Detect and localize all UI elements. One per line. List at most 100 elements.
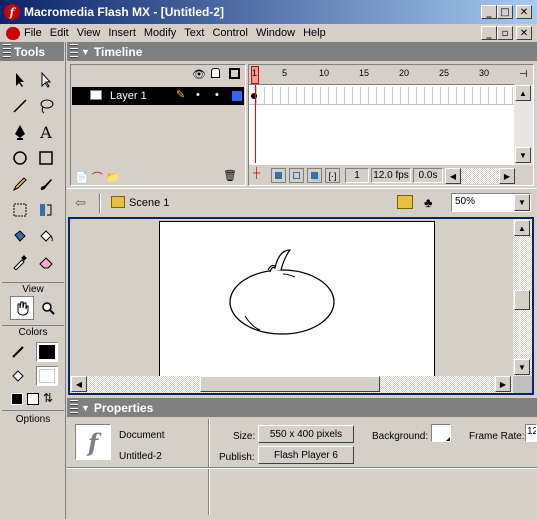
menu-insert[interactable]: Insert — [108, 27, 136, 39]
stage-scroll-left-button[interactable]: ◀ — [71, 376, 87, 392]
outline-icon[interactable] — [229, 68, 240, 79]
doc-close-button[interactable]: ✕ — [516, 26, 532, 40]
modify-onion-markers-button[interactable]: [·] — [325, 168, 340, 183]
flash-app-icon[interactable]: f — [4, 4, 20, 20]
edit-scene-icon[interactable] — [397, 195, 413, 209]
minimize-button[interactable]: _ — [481, 5, 497, 19]
line-tool[interactable] — [8, 94, 32, 118]
fill-color-swatch[interactable] — [36, 366, 58, 386]
tools-panel-header[interactable]: Tools — [0, 42, 64, 61]
timeline-vscroll[interactable]: ▲ ▼ — [514, 85, 533, 165]
stage-canvas[interactable] — [159, 221, 435, 376]
layer-icon — [90, 90, 102, 100]
stroke-color-swatch[interactable] — [36, 342, 58, 362]
menu-edit[interactable]: Edit — [50, 27, 69, 39]
subselect-tool[interactable] — [34, 68, 58, 92]
add-guide-layer-icon[interactable]: ⌒ — [92, 172, 103, 184]
back-arrow-icon[interactable]: ⇦ — [75, 195, 86, 211]
scroll-left-button[interactable]: ◀ — [445, 168, 461, 184]
fill-transform-tool[interactable] — [34, 198, 58, 222]
doc-restore-button[interactable]: ▫ — [497, 26, 513, 40]
menu-text[interactable]: Text — [184, 27, 204, 39]
menu-file[interactable]: File — [24, 27, 42, 39]
frame-row[interactable] — [249, 87, 514, 105]
zoom-select[interactable]: 50% ▼ — [451, 193, 531, 212]
arrow-tool[interactable] — [8, 68, 32, 92]
stage-scroll-down-button[interactable]: ▼ — [514, 359, 530, 375]
keyframe-dot[interactable] — [251, 93, 257, 99]
menu-view[interactable]: View — [77, 27, 101, 39]
collapse-arrow-icon[interactable]: ▼ — [81, 403, 90, 413]
panel-grip[interactable] — [70, 44, 78, 59]
hand-icon[interactable] — [10, 296, 34, 320]
stage-hscroll[interactable]: ◀ ▶ — [70, 376, 513, 393]
panel-grip[interactable] — [3, 44, 11, 59]
pencil-tool[interactable] — [8, 172, 32, 196]
onion-skin-button[interactable] — [271, 168, 286, 183]
scroll-right-button[interactable]: ▶ — [499, 168, 515, 184]
black-white-icon[interactable] — [11, 393, 23, 405]
onion-outlines-button[interactable] — [289, 168, 304, 183]
stage-scroll-right-button[interactable]: ▶ — [495, 376, 511, 392]
size-label: Size: — [233, 431, 256, 442]
doc-minimize-button[interactable]: _ — [481, 26, 497, 40]
lock-icon[interactable] — [211, 68, 220, 78]
timeline-panel: ▼ Timeline 👁 Layer 1 ✎ • • 📄 ⌒ 📁 🗑 1 5 1… — [67, 42, 537, 186]
lasso-tool[interactable] — [34, 94, 58, 118]
menu-window[interactable]: Window — [256, 27, 295, 39]
visible-dot[interactable]: • — [196, 89, 200, 101]
insert-layer-icon[interactable]: 📄 — [75, 172, 89, 184]
panel-grip[interactable] — [70, 400, 78, 415]
frame-rate-input[interactable]: 12 — [525, 424, 537, 442]
timeline-hscroll-track[interactable] — [461, 168, 499, 184]
window-title: Macromedia Flash MX - [Untitled-2] — [24, 5, 225, 19]
size-button[interactable]: 550 x 400 pixels — [258, 425, 354, 443]
stage-vscroll[interactable]: ▲ ▼ — [513, 219, 532, 376]
oval-tool[interactable] — [8, 146, 32, 170]
pen-tool[interactable] — [8, 120, 32, 144]
eye-icon[interactable]: 👁 — [192, 68, 206, 81]
collapse-arrow-icon[interactable]: ▼ — [81, 47, 90, 57]
edit-symbols-icon[interactable]: ♣ — [424, 195, 433, 210]
timeline-panel-header[interactable]: ▼ Timeline — [67, 42, 537, 61]
stage-vscroll-thumb[interactable] — [514, 290, 530, 310]
publish-value: Flash Player 6 — [274, 449, 338, 461]
brush-tool[interactable] — [34, 172, 58, 196]
menu-modify[interactable]: Modify — [144, 27, 176, 39]
menu-control[interactable]: Control — [212, 27, 247, 39]
ink-bottle-tool[interactable] — [8, 224, 32, 248]
trash-icon[interactable]: 🗑 — [223, 169, 237, 182]
eyedropper-tool[interactable] — [8, 250, 32, 274]
zoom-dropdown-button[interactable]: ▼ — [514, 194, 530, 211]
rectangle-tool[interactable] — [34, 146, 58, 170]
no-color-icon[interactable] — [27, 393, 39, 405]
center-frame-icon[interactable]: ┼ — [253, 168, 260, 179]
lock-dot[interactable]: • — [215, 89, 219, 101]
free-transform-tool[interactable] — [8, 198, 32, 222]
stage-hscroll-thumb[interactable] — [200, 376, 380, 392]
edit-bar: ⇦ Scene 1 ♣ 50% ▼ — [67, 188, 537, 216]
text-tool[interactable]: A — [34, 120, 58, 144]
menu-help[interactable]: Help — [303, 27, 326, 39]
scroll-up-button[interactable]: ▲ — [515, 85, 531, 101]
stage-scroll-up-button[interactable]: ▲ — [514, 220, 530, 236]
paint-bucket-tool[interactable] — [34, 224, 58, 248]
fill-color-fill — [39, 369, 55, 383]
insert-folder-icon[interactable]: 📁 — [106, 172, 120, 184]
edit-multiple-frames-button[interactable] — [307, 168, 322, 183]
document-icon[interactable] — [6, 26, 20, 40]
scroll-down-button[interactable]: ▼ — [515, 147, 531, 163]
swap-colors-icon[interactable]: ⇅ — [43, 391, 53, 405]
apple-drawing[interactable] — [160, 222, 436, 376]
properties-panel-header[interactable]: ▼ Properties — [67, 398, 537, 417]
publish-button[interactable]: Flash Player 6 — [258, 446, 354, 464]
layer-row[interactable]: Layer 1 ✎ • • — [72, 87, 244, 105]
eraser-tool[interactable] — [34, 250, 58, 274]
zoom-icon[interactable] — [36, 296, 60, 320]
close-button[interactable]: ✕ — [516, 5, 532, 19]
maximize-button[interactable]: □ — [497, 5, 513, 19]
background-color-swatch[interactable] — [431, 424, 451, 442]
frame-view-menu-icon[interactable]: ⊣ — [514, 65, 533, 85]
layer-outline-swatch[interactable] — [232, 91, 242, 101]
scene-label[interactable]: Scene 1 — [129, 197, 169, 209]
